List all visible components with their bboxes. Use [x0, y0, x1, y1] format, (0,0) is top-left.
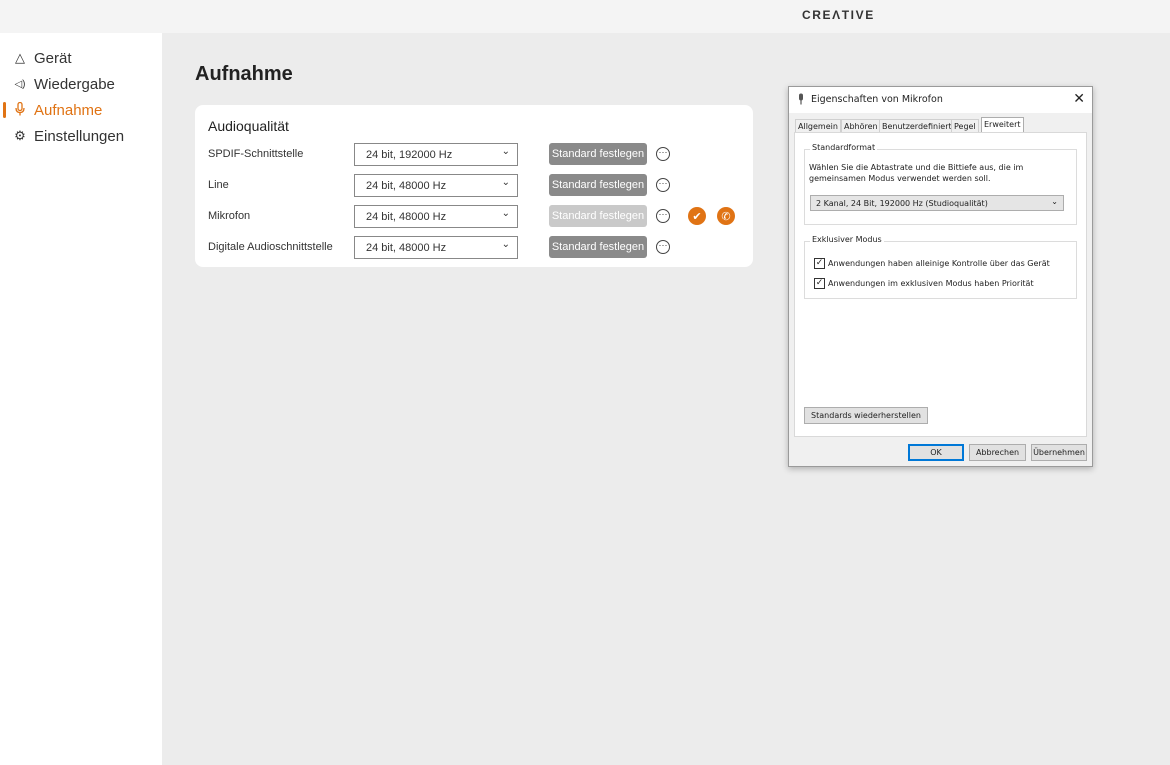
card-title: Audioqualität	[208, 118, 289, 134]
audio-row-line: Line 24 bit, 48000 Hz ⌄ Standard festleg…	[195, 174, 753, 198]
format-select[interactable]: 24 bit, 48000 Hz ⌄	[354, 205, 518, 228]
set-default-button[interactable]: Standard festlegen	[549, 236, 647, 258]
chevron-down-icon: ⌄	[501, 177, 510, 188]
set-default-button[interactable]: Standard festlegen	[549, 174, 647, 196]
default-device-check-icon: ✔	[688, 207, 706, 225]
standard-format-group: Standardformat	[804, 143, 1077, 225]
tab-abhoeren[interactable]: Abhören	[841, 119, 881, 133]
microphone-icon	[12, 101, 28, 119]
chevron-down-icon: ⌄	[501, 239, 510, 250]
restore-defaults-button[interactable]: Standards wiederherstellen	[804, 407, 928, 424]
more-options-icon[interactable]: ···	[656, 147, 670, 161]
apply-button[interactable]: Übernehmen	[1031, 444, 1087, 461]
audio-row-spdif: SPDIF-Schnittstelle 24 bit, 192000 Hz ⌄ …	[195, 143, 753, 167]
checkbox[interactable]: ✓	[814, 258, 825, 269]
select-value: 24 bit, 48000 Hz	[366, 211, 447, 223]
row-label: Digitale Audioschnittstelle	[208, 241, 333, 253]
set-default-button[interactable]: Standard festlegen	[549, 143, 647, 165]
tab-erweitert[interactable]: Erweitert	[981, 117, 1024, 133]
exclusive-mode-group: Exklusiver Modus	[804, 235, 1077, 299]
device-icon: △	[15, 50, 25, 65]
select-value: 24 bit, 48000 Hz	[366, 242, 447, 254]
sidebar: △ Gerät ◁) Wiedergabe Aufnahme ⚙ Einstel…	[0, 33, 162, 765]
microphone-icon	[797, 93, 805, 108]
chevron-down-icon: ⌄	[501, 208, 510, 219]
page-title: Aufnahme	[195, 63, 293, 85]
select-value: 24 bit, 48000 Hz	[366, 180, 447, 192]
sidebar-item-label: Aufnahme	[34, 101, 103, 119]
set-default-button[interactable]: Standard festlegen	[549, 205, 647, 227]
dialog-title-bar: Eigenschaften von Mikrofon ✕	[789, 87, 1092, 113]
sidebar-item-label: Einstellungen	[34, 127, 125, 145]
chevron-down-icon: ⌄	[1051, 197, 1058, 206]
row-label: Mikrofon	[208, 210, 251, 222]
creative-logo: CREΛTIVE	[802, 8, 875, 22]
chevron-down-icon: ⌄	[501, 146, 510, 157]
checkbox-label: Anwendungen haben alleinige Kontrolle üb…	[828, 259, 1050, 268]
format-select[interactable]: 24 bit, 192000 Hz ⌄	[354, 143, 518, 166]
active-indicator	[3, 102, 6, 118]
default-communication-phone-icon: ✆	[717, 207, 735, 225]
checkbox[interactable]: ✓	[814, 278, 825, 289]
tab-allgemein[interactable]: Allgemein	[795, 119, 841, 133]
format-select[interactable]: 24 bit, 48000 Hz ⌄	[354, 174, 518, 197]
more-options-icon[interactable]: ···	[656, 209, 670, 223]
audio-quality-card: Audioqualität SPDIF-Schnittstelle 24 bit…	[195, 105, 753, 267]
top-bar: CREΛTIVE	[0, 0, 1170, 33]
more-options-icon[interactable]: ···	[656, 240, 670, 254]
ok-button[interactable]: OK	[908, 444, 964, 461]
microphone-properties-dialog: Eigenschaften von Mikrofon ✕ Allgemein A…	[788, 86, 1093, 467]
audio-row-mikrofon: Mikrofon 24 bit, 48000 Hz ⌄ Standard fes…	[195, 205, 753, 229]
group-title: Standardformat	[810, 143, 878, 152]
dialog-title: Eigenschaften von Mikrofon	[811, 94, 943, 105]
sidebar-item-label: Gerät	[34, 49, 72, 67]
tab-benutzerdefiniert[interactable]: Benutzerdefiniert	[879, 119, 955, 133]
checkbox-label: Anwendungen im exklusiven Modus haben Pr…	[828, 279, 1034, 288]
speaker-icon: ◁)	[14, 78, 26, 90]
gear-icon: ⚙	[14, 128, 26, 143]
group-title: Exklusiver Modus	[810, 235, 884, 244]
row-label: SPDIF-Schnittstelle	[208, 148, 304, 160]
row-label: Line	[208, 179, 229, 191]
more-options-icon[interactable]: ···	[656, 178, 670, 192]
select-value: 24 bit, 192000 Hz	[366, 149, 453, 161]
standard-format-select[interactable]: 2 Kanal, 24 Bit, 192000 Hz (Studioqualit…	[810, 195, 1064, 211]
format-description: Wählen Sie die Abtastrate und die Bittie…	[809, 163, 1024, 183]
sidebar-item-einstellungen[interactable]: ⚙ Einstellungen	[0, 125, 162, 147]
close-icon[interactable]: ✕	[1073, 91, 1085, 107]
tab-pegel[interactable]: Pegel	[951, 119, 979, 133]
cancel-button[interactable]: Abbrechen	[969, 444, 1026, 461]
sidebar-item-wiedergabe[interactable]: ◁) Wiedergabe	[0, 73, 162, 95]
sidebar-item-geraet[interactable]: △ Gerät	[0, 47, 162, 69]
sidebar-item-aufnahme[interactable]: Aufnahme	[0, 99, 162, 121]
sidebar-item-label: Wiedergabe	[34, 75, 115, 93]
audio-row-digital: Digitale Audioschnittstelle 24 bit, 4800…	[195, 236, 753, 260]
select-value: 2 Kanal, 24 Bit, 192000 Hz (Studioqualit…	[816, 199, 988, 208]
format-select[interactable]: 24 bit, 48000 Hz ⌄	[354, 236, 518, 259]
